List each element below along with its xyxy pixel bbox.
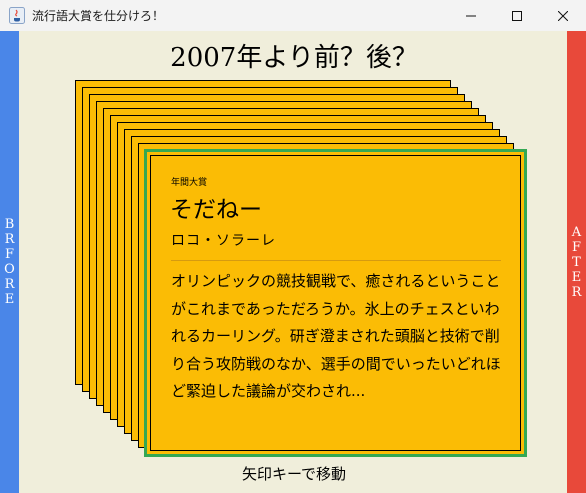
before-drop-zone[interactable]: BRFORE	[0, 31, 19, 493]
java-cup-icon	[9, 7, 25, 24]
close-button[interactable]	[540, 0, 586, 31]
minimize-button[interactable]	[448, 0, 494, 31]
card-description: オリンピックの競技観戦で、癒されるということがこれまであっただろうか。氷上のチェ…	[171, 272, 501, 400]
current-card[interactable]: 年間大賞 そだねー ロコ・ソラーレ オリンピックの競技観戦で、癒されるということ…	[144, 149, 527, 457]
card-word: そだねー	[170, 197, 262, 223]
maximize-button[interactable]	[494, 0, 540, 31]
current-card-body: 年間大賞 そだねー ロコ・ソラーレ オリンピックの競技観戦で、癒されるということ…	[150, 155, 521, 451]
window-title: 流行語大賞を仕分けろ！	[32, 9, 165, 23]
after-label: AFTER	[569, 224, 584, 300]
card-divider	[171, 260, 501, 261]
minimize-icon	[466, 15, 476, 16]
question-heading: 2007年より前？後？	[170, 43, 418, 73]
maximize-icon	[512, 10, 522, 21]
title-bar: 流行語大賞を仕分けろ！	[0, 0, 586, 31]
card-category: 年間大賞	[171, 178, 208, 188]
controls-hint: 矢印キーで移動	[241, 465, 347, 483]
game-area: BRFORE AFTER 2007年より前？後？ 年間大賞 そだねー ロコ・ソラ…	[0, 31, 586, 493]
after-drop-zone[interactable]: AFTER	[567, 31, 586, 493]
close-icon	[558, 10, 568, 21]
before-label: BRFORE	[2, 217, 17, 307]
card-person: ロコ・ソラーレ	[171, 233, 276, 249]
